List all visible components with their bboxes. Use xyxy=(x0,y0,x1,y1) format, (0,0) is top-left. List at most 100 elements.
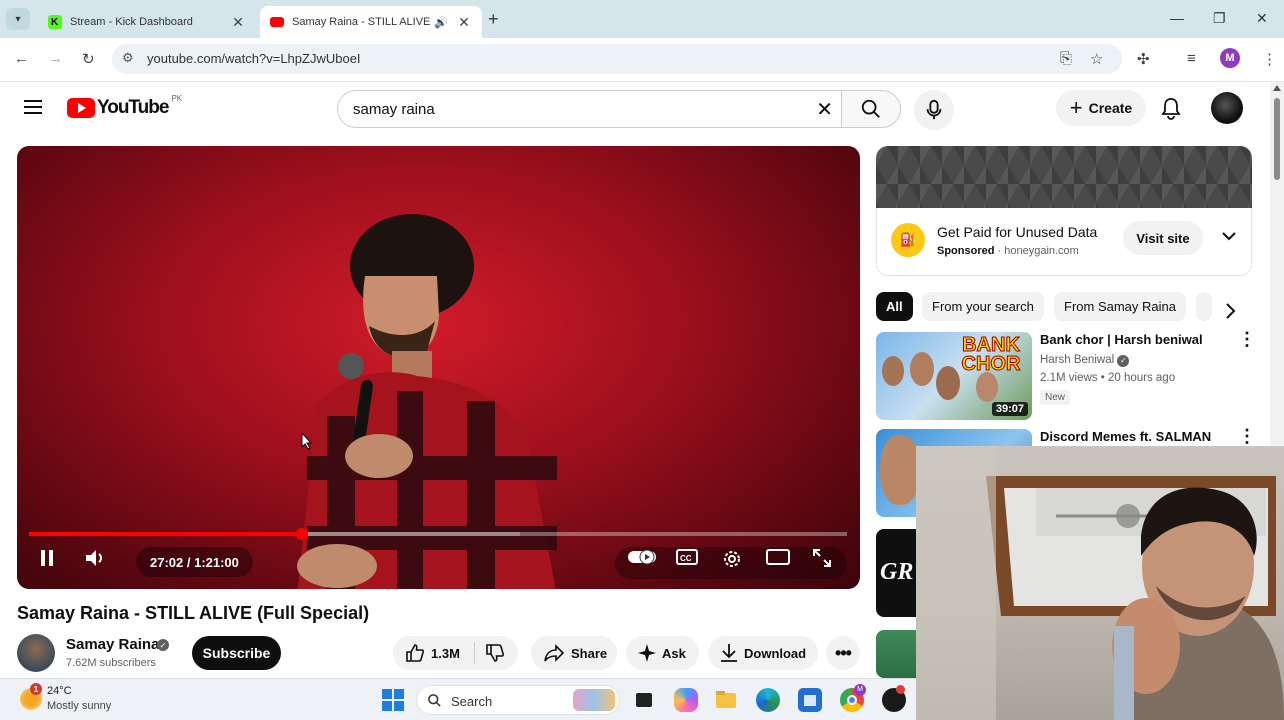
autoplay-toggle-icon[interactable] xyxy=(627,548,657,566)
download-button[interactable]: Download xyxy=(708,636,818,670)
visit-site-button[interactable]: Visit site xyxy=(1123,221,1203,255)
download-icon xyxy=(721,644,737,662)
video-title: Samay Raina - STILL ALIVE (Full Special) xyxy=(17,603,370,623)
browser-toolbar: ← → ↻ ⚙ youtube.com/watch?v=LhpZJwUboeI … xyxy=(0,38,1284,82)
share-button[interactable]: Share xyxy=(531,636,617,670)
kick-studio-icon[interactable] xyxy=(882,685,906,712)
channel-name[interactable]: Harsh Beniwal ✓ xyxy=(1040,354,1130,367)
like-divider xyxy=(473,642,475,664)
settings-gear-icon[interactable] xyxy=(721,548,743,570)
sponsored-ad-card[interactable]: ⛽ Get Paid for Unused Data Sponsored · h… xyxy=(876,208,1252,276)
task-view-icon[interactable] xyxy=(632,688,656,712)
chrome-icon[interactable]: M xyxy=(840,684,866,712)
thumbs-down-icon[interactable] xyxy=(485,643,505,663)
view-count: 2.1M views xyxy=(1040,372,1098,384)
volume-icon[interactable] xyxy=(84,548,106,568)
media-controls-icon[interactable]: ≡ xyxy=(1187,50,1196,67)
video-stats: 2.1M views • 20 hours ago xyxy=(1040,372,1176,384)
chip-from-samay-raina[interactable]: From Samay Raina xyxy=(1054,292,1186,321)
windows-start-icon[interactable] xyxy=(382,689,404,711)
youtube-favicon-icon xyxy=(270,17,284,27)
copilot-icon[interactable] xyxy=(674,688,698,712)
scroll-up-arrow-icon[interactable] xyxy=(1273,85,1281,91)
tab-search-button[interactable]: ▾ xyxy=(6,8,30,30)
video-duration: 39:07 xyxy=(991,402,1028,416)
back-icon[interactable]: ← xyxy=(14,50,29,67)
clear-search-icon[interactable]: ✕ xyxy=(816,97,833,122)
taskbar-search-box[interactable]: Search xyxy=(416,685,620,715)
close-window-icon[interactable]: ✕ xyxy=(1256,10,1268,27)
reload-icon[interactable]: ↻ xyxy=(82,50,95,68)
channel-avatar[interactable] xyxy=(17,634,55,672)
captions-icon[interactable]: CC xyxy=(676,548,698,566)
audio-playing-icon[interactable]: 🔊 xyxy=(434,16,448,29)
chip-from-your-search[interactable]: From your search xyxy=(922,292,1044,321)
file-explorer-icon[interactable] xyxy=(714,688,738,712)
voice-search-button[interactable] xyxy=(914,90,954,130)
close-tab-icon[interactable]: ✕ xyxy=(230,14,246,31)
thumbnail-face xyxy=(882,356,904,386)
fullscreen-icon[interactable] xyxy=(812,548,832,568)
ask-button[interactable]: Ask xyxy=(626,636,699,670)
channel-name[interactable]: Samay Raina xyxy=(66,636,159,653)
minimize-icon[interactable]: — xyxy=(1170,10,1184,26)
taskbar-search-label: Search xyxy=(451,694,493,709)
pause-icon[interactable] xyxy=(39,548,55,568)
video-thumbnail[interactable]: BANK CHOR 39:07 xyxy=(876,332,1032,420)
video-player[interactable]: 27:02 / 1:21:00 CC xyxy=(17,146,860,589)
extensions-icon[interactable]: ✣ xyxy=(1137,50,1150,68)
more-actions-button[interactable]: ••• xyxy=(826,636,860,670)
bookmark-star-icon[interactable]: ☆ xyxy=(1090,50,1103,68)
forward-icon[interactable]: → xyxy=(48,50,63,67)
list-item[interactable]: BANK CHOR 39:07 Bank chor | Harsh beniwa… xyxy=(876,330,1256,422)
weather-condition[interactable]: Mostly sunny xyxy=(47,700,111,712)
search-input[interactable]: samay raina ✕ xyxy=(337,90,841,128)
thumbs-up-icon[interactable] xyxy=(405,643,425,663)
site-info-icon[interactable]: ⚙ xyxy=(122,50,134,66)
install-app-icon[interactable]: ⎘ xyxy=(1060,50,1072,67)
account-avatar[interactable] xyxy=(1211,92,1243,124)
chevron-down-icon[interactable] xyxy=(1221,230,1237,242)
more-vertical-icon[interactable]: ⋮ xyxy=(1238,330,1256,348)
chip-all[interactable]: All xyxy=(876,292,913,321)
more-vertical-icon[interactable]: ⋮ xyxy=(1238,427,1256,445)
ad-title[interactable]: Get Paid for Unused Data xyxy=(937,224,1097,240)
search-query: samay raina xyxy=(353,101,435,118)
video-title[interactable]: Bank chor | Harsh beniwal xyxy=(1040,332,1225,347)
new-badge: New xyxy=(1040,390,1071,405)
chevron-right-icon[interactable] xyxy=(1224,302,1236,320)
tab-youtube-video[interactable]: Samay Raina - STILL ALIVE ( 🔊 ✕ xyxy=(260,6,482,38)
maximize-icon[interactable]: ❐ xyxy=(1213,10,1226,27)
svg-text:CC: CC xyxy=(680,554,692,563)
new-tab-icon[interactable]: + xyxy=(488,9,499,30)
scrollbar-thumb[interactable] xyxy=(1274,98,1280,180)
chip-partial[interactable] xyxy=(1196,292,1212,321)
share-arrow-icon xyxy=(544,644,565,662)
tab-kick-dashboard[interactable]: K Stream - Kick Dashboard ✕ xyxy=(38,6,256,38)
theater-mode-icon[interactable] xyxy=(766,548,790,566)
notifications-bell-icon[interactable] xyxy=(1160,96,1182,120)
youtube-logo[interactable]: YouTube PK xyxy=(67,93,183,119)
ad-domain: honeygain.com xyxy=(1004,245,1079,257)
close-tab-icon[interactable]: ✕ xyxy=(456,14,472,31)
subscribe-button[interactable]: Subscribe xyxy=(192,636,281,670)
seek-bar[interactable] xyxy=(29,528,847,540)
microsoft-store-icon[interactable] xyxy=(798,688,822,712)
search-button[interactable] xyxy=(841,90,901,128)
weather-temperature[interactable]: 24°C xyxy=(47,685,72,697)
url-text: youtube.com/watch?v=LhpZJwUboeI xyxy=(147,51,361,66)
ad-banner-image[interactable] xyxy=(876,146,1252,208)
edge-browser-icon[interactable] xyxy=(756,688,780,712)
guide-menu-icon[interactable] xyxy=(24,100,42,118)
search-icon xyxy=(428,694,441,707)
create-button[interactable]: + Create xyxy=(1056,90,1146,126)
profile-avatar[interactable]: M xyxy=(1220,48,1240,68)
video-title[interactable]: Discord Memes ft. SALMAN xyxy=(1040,429,1225,444)
sponsored-label: Sponsored xyxy=(937,245,995,257)
youtube-play-logo-icon xyxy=(67,98,95,118)
like-count[interactable]: 1.3M xyxy=(431,646,460,661)
webcam-overlay xyxy=(916,446,1284,720)
address-bar[interactable]: ⚙ youtube.com/watch?v=LhpZJwUboeI xyxy=(112,44,1122,74)
country-code: PK xyxy=(171,93,183,103)
chrome-menu-icon[interactable]: ⋮ xyxy=(1262,50,1277,68)
